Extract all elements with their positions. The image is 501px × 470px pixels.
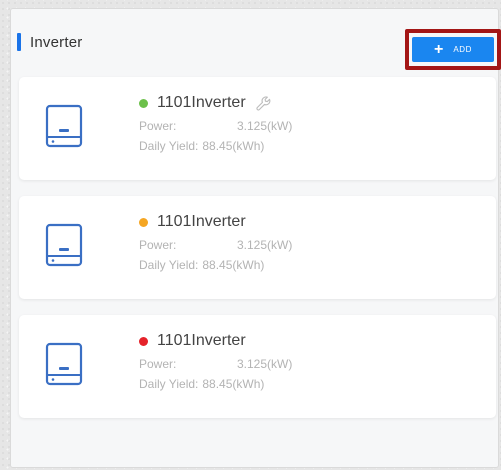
- inverter-card-body: 1101Inverter Power: 3.125(kW) Daily Yiel…: [139, 211, 292, 273]
- inverter-device-icon: [45, 104, 83, 148]
- inverter-panel: Inverter + ADD 1101Inverter Power: 3.125…: [10, 8, 501, 468]
- daily-yield-value: 88.45(kWh): [202, 258, 265, 272]
- inverter-card-body: 1101Inverter Power: 3.125(kW) Daily Yiel…: [139, 92, 292, 154]
- daily-yield-value: 88.45(kWh): [202, 377, 265, 391]
- inverter-device-icon: [45, 342, 83, 386]
- daily-yield-row: Daily Yield: 88.45(kWh): [139, 257, 292, 273]
- inverter-card[interactable]: 1101Inverter Power: 3.125(kW) Daily Yiel…: [19, 196, 496, 299]
- power-label: Power:: [139, 119, 177, 133]
- power-value: 3.125(kW): [237, 119, 293, 133]
- section-title: Inverter: [30, 33, 83, 51]
- status-dot: [139, 336, 148, 346]
- inverter-title-row: 1101Inverter: [139, 211, 292, 233]
- power-row: Power: 3.125(kW): [139, 356, 292, 372]
- power-label: Power:: [139, 357, 177, 371]
- add-button-highlight: + ADD: [405, 29, 501, 70]
- inverter-card[interactable]: 1101Inverter Power: 3.125(kW) Daily Yiel…: [19, 315, 496, 418]
- add-button-label: ADD: [453, 45, 473, 54]
- daily-yield-label: Daily Yield:: [139, 258, 199, 272]
- power-row: Power: 3.125(kW): [139, 118, 292, 134]
- inverter-name: 1101Inverter: [157, 332, 246, 349]
- daily-yield-label: Daily Yield:: [139, 377, 199, 391]
- inverter-title-row: 1101Inverter: [139, 92, 292, 114]
- section-header: Inverter: [17, 33, 82, 51]
- power-row: Power: 3.125(kW): [139, 237, 292, 253]
- daily-yield-value: 88.45(kWh): [202, 139, 265, 153]
- inverter-title-row: 1101Inverter: [139, 330, 292, 352]
- power-label: Power:: [139, 238, 177, 252]
- power-value: 3.125(kW): [237, 357, 293, 371]
- plus-icon: +: [433, 40, 444, 58]
- inverter-card[interactable]: 1101Inverter Power: 3.125(kW) Daily Yiel…: [19, 77, 496, 180]
- inverter-card-body: 1101Inverter Power: 3.125(kW) Daily Yiel…: [139, 330, 292, 392]
- status-dot: [139, 217, 148, 227]
- inverter-name: 1101Inverter: [157, 94, 246, 111]
- status-dot: [139, 98, 148, 108]
- wrench-icon[interactable]: [255, 95, 272, 112]
- daily-yield-row: Daily Yield: 88.45(kWh): [139, 138, 292, 154]
- inverter-device-icon: [45, 223, 83, 267]
- inverter-name: 1101Inverter: [157, 213, 246, 230]
- daily-yield-row: Daily Yield: 88.45(kWh): [139, 376, 292, 392]
- power-value: 3.125(kW): [237, 238, 293, 252]
- daily-yield-label: Daily Yield:: [139, 139, 199, 153]
- add-button[interactable]: + ADD: [412, 37, 494, 62]
- section-accent-bar: [17, 33, 21, 51]
